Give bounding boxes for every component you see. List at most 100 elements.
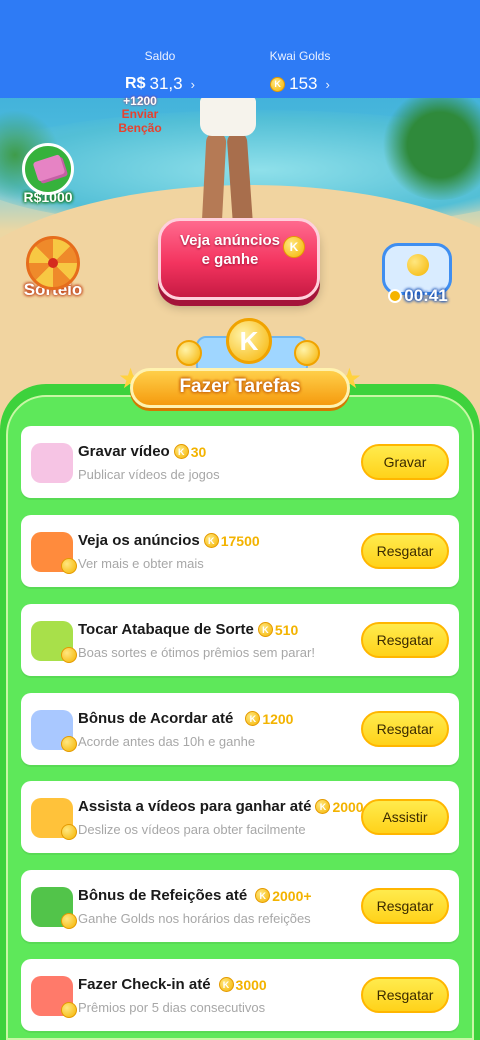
task-title: Fazer Check-in até K 3000 <box>78 976 267 993</box>
kwai-coin-big-icon: K <box>226 318 272 364</box>
tv-icon <box>31 532 77 574</box>
resgatar-button[interactable]: Resgatar <box>361 711 449 747</box>
watch-ads-label: Veja anúncios e ganhe <box>179 232 281 268</box>
calendar-icon <box>31 976 77 1018</box>
task-subtitle: Publicar vídeos de jogos <box>78 467 220 482</box>
task-reward-value: 1200 <box>262 710 294 727</box>
saldo-currency: R$ <box>125 75 146 92</box>
task-title-text: Fazer Check-in até <box>78 976 211 993</box>
timer-value: 00:41 <box>404 286 448 305</box>
person-figure <box>190 96 270 233</box>
task-reward-value: 3000 <box>235 976 267 993</box>
kwai-coin-icon: K <box>283 236 305 258</box>
meal-icon <box>31 887 77 929</box>
task-card-acordar: Bônus de Acordar até K 1200 Acorde antes … <box>21 693 459 765</box>
task-title: Gravar vídeo K 30 <box>78 443 206 460</box>
chevron-right-icon: › <box>325 76 330 92</box>
task-title-text: Bônus de Refeições até <box>78 887 248 904</box>
kwai-coin-icon <box>61 824 77 840</box>
resgatar-button[interactable]: Resgatar <box>361 533 449 569</box>
task-card-atabaque: Tocar Atabaque de Sorte K 510 Boas sortes… <box>21 604 459 676</box>
resgatar-button[interactable]: Resgatar <box>361 977 449 1013</box>
golds-stat[interactable]: Kwai Golds K 153 › <box>250 49 350 93</box>
video-record-icon <box>31 443 73 483</box>
blessing-label: Enviar Benção <box>118 107 162 135</box>
task-title-text: Assista a vídeos para ganhar até <box>78 798 312 815</box>
saldo-row: R$ 31,3 › <box>105 74 215 94</box>
resgatar-button[interactable]: Resgatar <box>361 888 449 924</box>
send-blessing[interactable]: +1200 Enviar Benção <box>100 95 180 135</box>
task-reward: K 1200 <box>245 711 293 727</box>
kwai-coin-icon: K <box>255 888 271 903</box>
task-reward: K 2000 <box>315 798 364 815</box>
task-reward-value: 510 <box>274 621 299 638</box>
task-title-text: Gravar vídeo <box>78 443 170 460</box>
kwai-coin-icon <box>61 736 77 752</box>
task-subtitle: Prêmios por 5 dias consecutivos <box>78 1000 266 1015</box>
moon-icon <box>31 710 77 752</box>
task-title: Tocar Atabaque de Sorte K 510 <box>78 621 298 638</box>
assistir-button[interactable]: Assistir <box>361 799 449 835</box>
kwai-coin-icon: K <box>218 977 234 992</box>
golds-label: Kwai Golds <box>269 49 331 63</box>
tasks-banner: ★ ★ Fazer Tarefas <box>118 362 362 410</box>
task-title-text: Veja os anúncios <box>78 532 200 549</box>
person-shorts <box>200 96 256 136</box>
blessing-amount: +1200 <box>123 94 157 108</box>
task-subtitle: Ver mais e obter mais <box>78 556 204 571</box>
task-reward: K 3000 <box>218 976 267 993</box>
task-subtitle: Ganhe Golds nos horários das refeições <box>78 911 311 926</box>
kwai-coin-icon: K <box>270 76 286 92</box>
saldo-value: 31,3 <box>149 74 183 93</box>
saldo-label: Saldo <box>144 49 176 63</box>
top-bar: Saldo R$ 31,3 › Kwai Golds K 153 › <box>0 0 480 98</box>
task-reward-value: 2000 <box>332 798 364 815</box>
task-subtitle: Acorde antes das 10h e ganhe <box>78 734 256 749</box>
kwai-coin-icon: K <box>315 799 331 814</box>
sorteio-widget[interactable]: Sorteio <box>18 236 88 300</box>
task-card-refeicoes: Bônus de Refeições até K 2000+ Ganhe Gold… <box>21 870 459 942</box>
task-subtitle: Boas sortes e ótimos prêmios sem parar! <box>78 645 315 660</box>
task-title: Bônus de Refeições até K 2000+ <box>78 887 312 904</box>
clock-icon <box>388 289 403 303</box>
task-reward: K 2000+ <box>255 887 312 904</box>
task-title-text: Bônus de Acordar até <box>78 710 234 727</box>
gravar-button[interactable]: Gravar <box>361 444 449 480</box>
prize-wheel-icon <box>26 236 80 290</box>
kwai-coin-icon: K <box>245 711 261 726</box>
saldo-stat[interactable]: Saldo R$ 31,3 › <box>105 49 215 93</box>
money-stack-icon <box>22 143 74 195</box>
timer-row: 00:41 <box>378 286 458 306</box>
chevron-right-icon: › <box>190 76 195 92</box>
kwai-coin-icon <box>61 1002 77 1018</box>
kwai-coin-icon <box>61 913 77 929</box>
task-reward: K 510 <box>257 621 299 638</box>
kwai-coin-icon: K <box>173 444 189 459</box>
kwai-coin-icon <box>61 647 77 663</box>
task-reward-value: 17500 <box>220 532 260 549</box>
timer-widget[interactable]: 00:41 <box>378 243 456 305</box>
task-title: Bônus de Acordar até K 1200 <box>78 710 293 727</box>
task-card-checkin: Fazer Check-in até K 3000 Prêmios por 5 d… <box>21 959 459 1031</box>
task-reward: K 30 <box>173 443 207 460</box>
resgatar-button[interactable]: Resgatar <box>361 622 449 658</box>
watch-ads-button[interactable]: Veja anúncios e ganhe K <box>158 218 320 300</box>
golds-row: K 153 › <box>250 74 350 94</box>
golds-value: 153 <box>289 74 318 93</box>
money-reward-widget[interactable]: R$1000 <box>20 143 76 205</box>
kwai-coin-icon: K <box>257 622 273 637</box>
task-card-anuncios: Veja os anúncios K 17500 Ver mais e obter… <box>21 515 459 587</box>
task-title-text: Tocar Atabaque de Sorte <box>78 621 254 638</box>
task-reward: K 17500 <box>203 532 260 549</box>
task-reward-value: 2000+ <box>272 887 312 904</box>
task-reward-value: 30 <box>190 443 207 460</box>
task-card-assista: Assista a vídeos para ganhar até K 2000 D… <box>21 781 459 853</box>
kwai-coin-icon: K <box>203 533 219 548</box>
task-card-gravar: Gravar vídeo K 30 Publicar vídeos de jogo… <box>21 426 459 498</box>
drum-icon <box>31 621 77 663</box>
tasks-banner-title: Fazer Tarefas <box>179 376 301 397</box>
camera-icon <box>31 798 77 840</box>
kwai-coin-icon <box>61 558 77 574</box>
task-title: Veja os anúncios K 17500 <box>78 532 260 549</box>
task-title: Assista a vídeos para ganhar até K 2000 <box>78 798 364 815</box>
